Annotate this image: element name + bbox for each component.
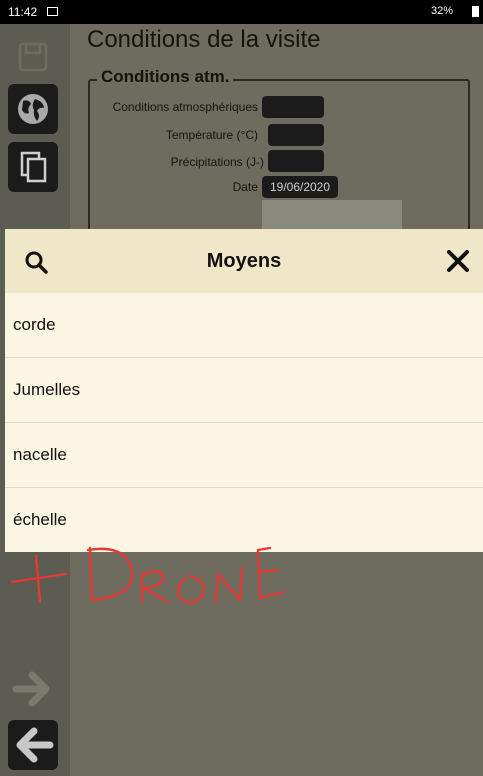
close-button[interactable] <box>445 248 471 274</box>
copy-button[interactable] <box>8 142 58 192</box>
label-precipitations: Précipitations (J-) <box>170 155 264 169</box>
image-notification-icon <box>47 7 58 16</box>
list-item[interactable]: corde <box>5 293 483 358</box>
temperature-input[interactable] <box>268 124 324 146</box>
battery-icon <box>472 6 479 17</box>
conditions-input[interactable] <box>262 96 324 118</box>
date-field[interactable]: 19/06/2020 <box>262 176 338 198</box>
precipitations-input[interactable] <box>268 150 324 172</box>
modal-title: Moyens <box>206 250 282 272</box>
label-temperature: Température (°C) <box>165 128 258 142</box>
globe-icon <box>18 94 48 124</box>
search-icon <box>25 251 48 274</box>
status-bar: 11:42 32% <box>0 0 483 24</box>
search-button[interactable] <box>23 249 49 275</box>
handwritten-annotation <box>10 546 286 604</box>
label-date: Date <box>232 180 258 194</box>
close-icon <box>447 250 469 272</box>
copy-icon <box>20 151 47 183</box>
arrow-right-icon <box>12 671 50 707</box>
globe-button[interactable] <box>8 84 58 134</box>
status-time: 11:42 <box>8 5 38 19</box>
list-item[interactable]: nacelle <box>5 423 483 488</box>
fieldset-legend: Conditions atm. <box>97 67 234 87</box>
arrow-left-icon <box>16 727 54 763</box>
save-button[interactable] <box>8 32 58 82</box>
moyens-list: corde Jumelles nacelle échelle <box>5 293 483 553</box>
save-icon <box>18 42 48 72</box>
next-button[interactable] <box>8 664 58 714</box>
page-title: Conditions de la visite <box>87 26 321 53</box>
status-battery-text: 32% <box>430 5 453 17</box>
back-button[interactable] <box>8 720 58 770</box>
list-item[interactable]: Jumelles <box>5 358 483 423</box>
label-conditions: Conditions atmosphériques <box>112 100 258 114</box>
moyens-modal: Moyens corde Jumelles nacelle échelle <box>5 229 483 552</box>
